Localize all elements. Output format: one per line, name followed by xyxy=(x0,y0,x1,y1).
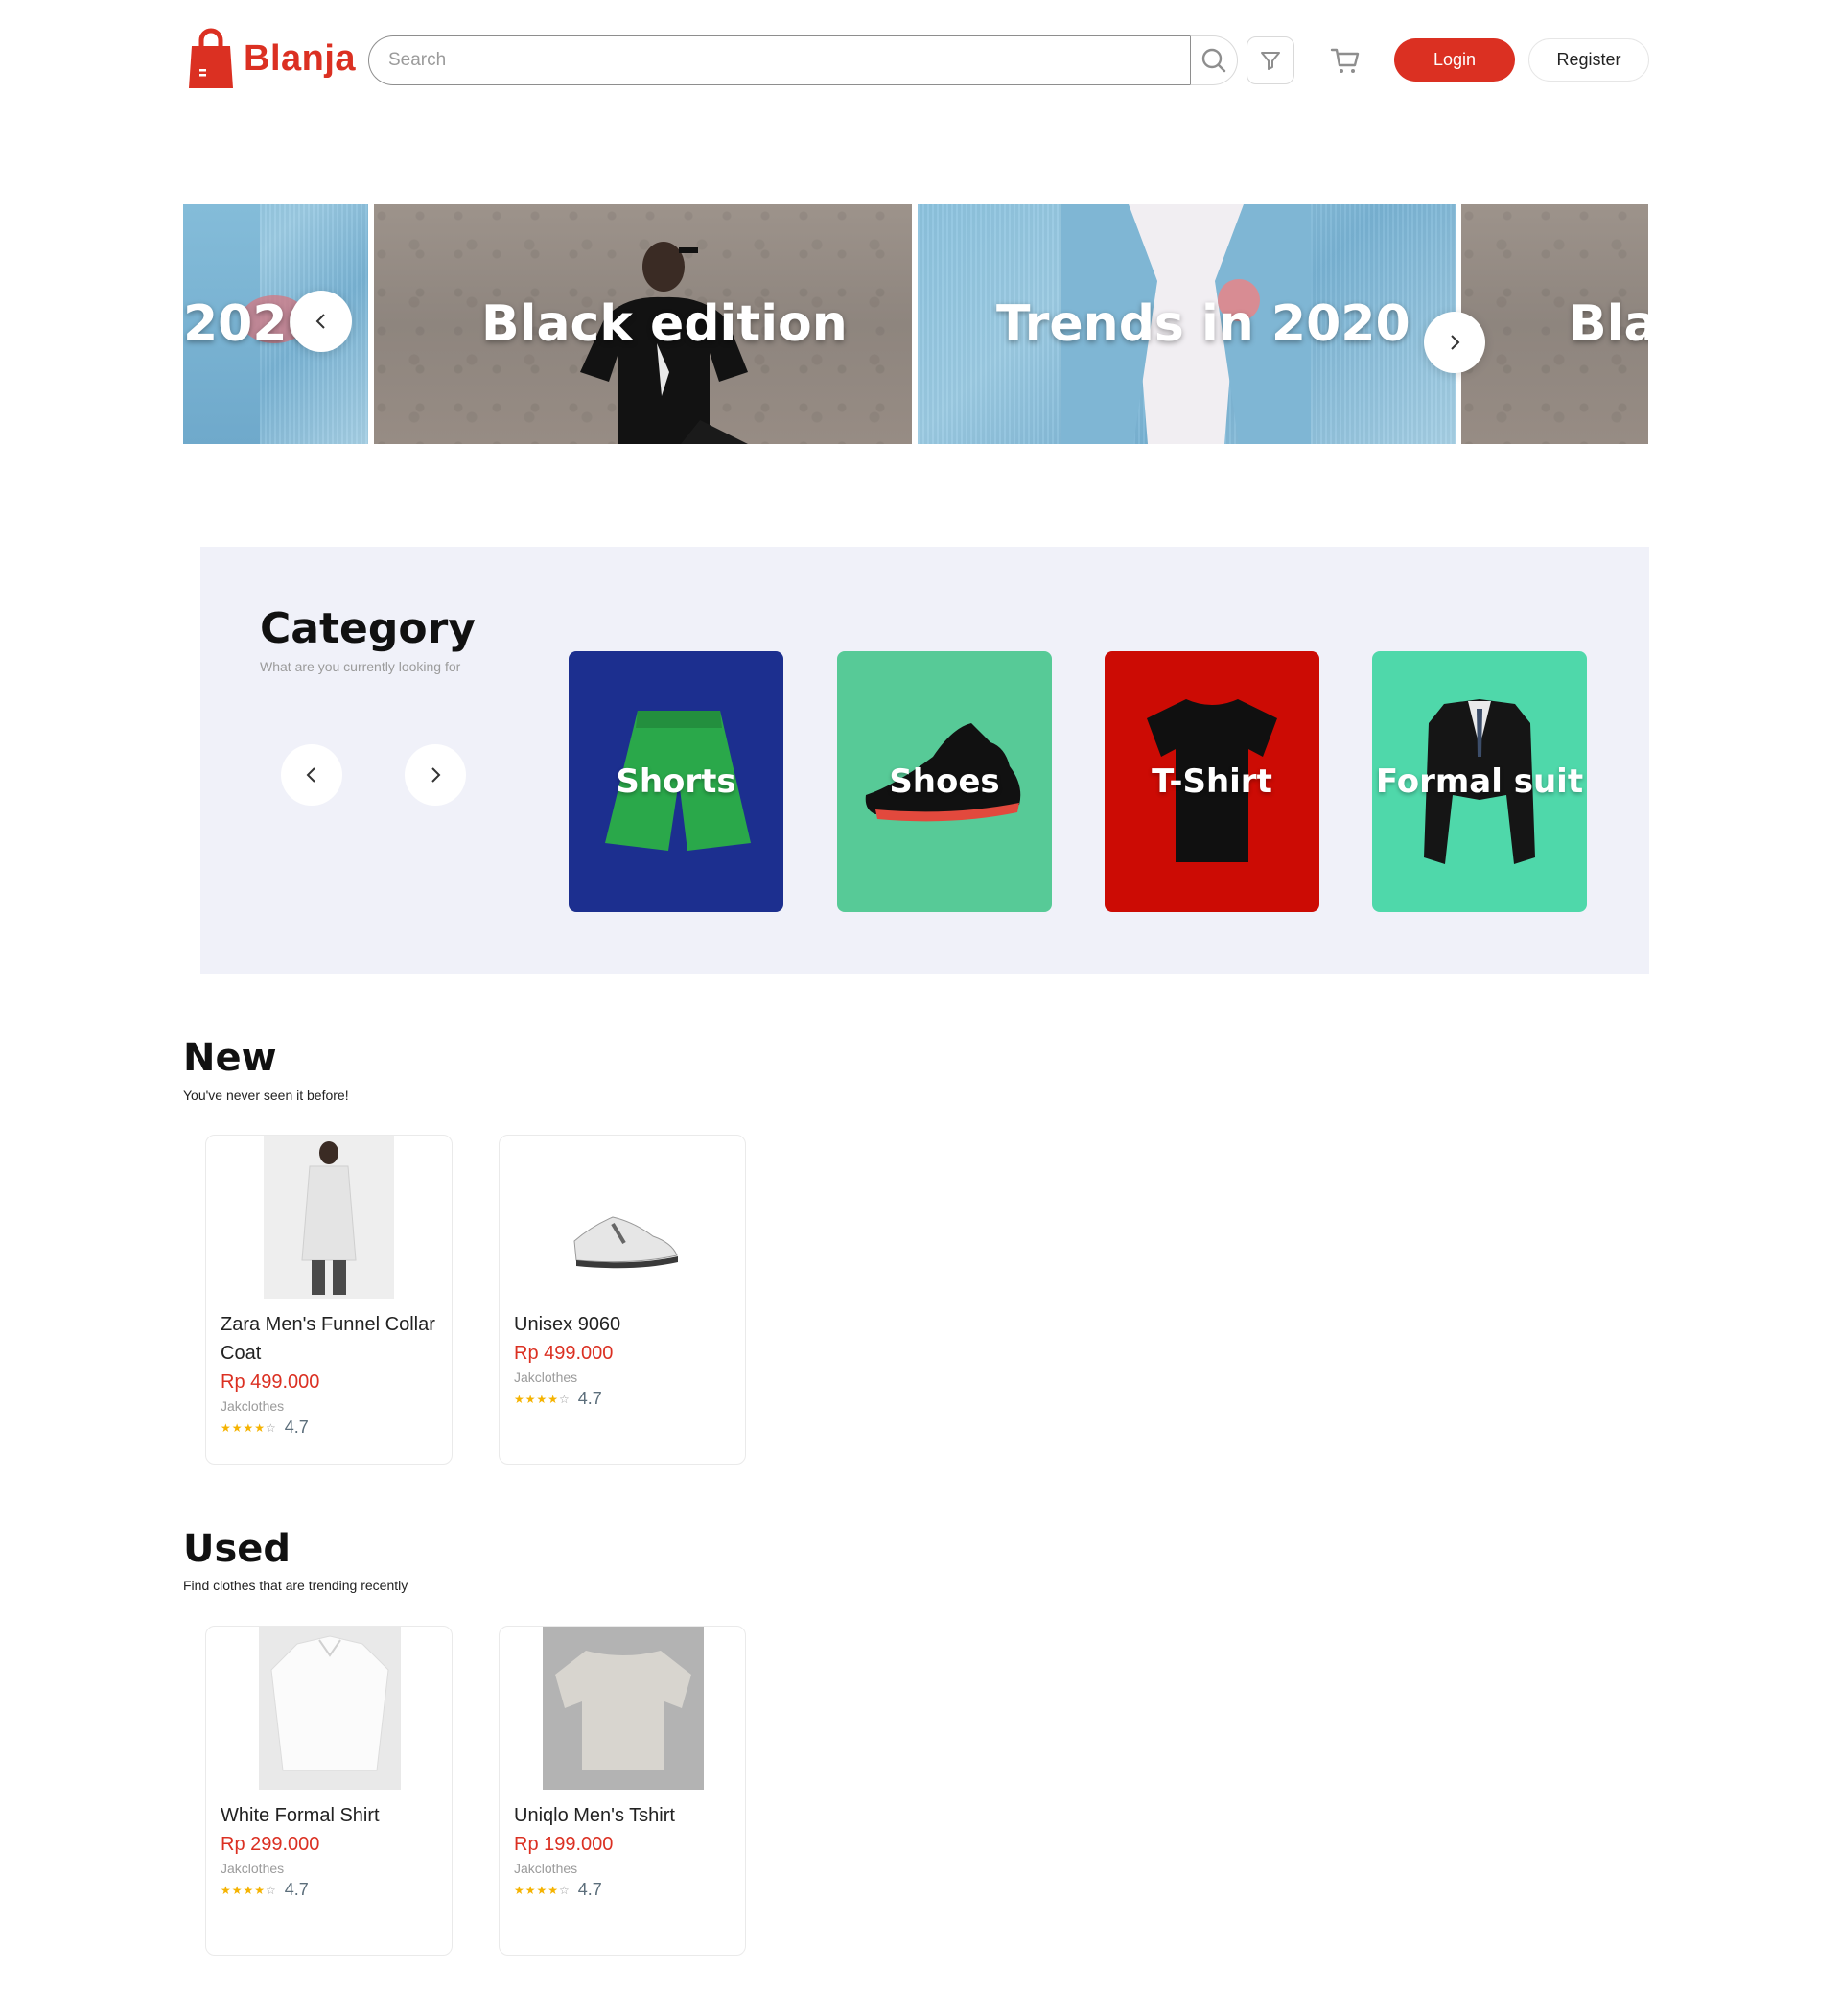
category-card-shoes[interactable]: Shoes xyxy=(837,651,1052,912)
product-name: White Formal Shirt xyxy=(221,1805,380,1826)
category-label: Shoes xyxy=(889,762,1000,801)
category-card-tshirt[interactable]: T-Shirt xyxy=(1105,651,1319,912)
filter-button[interactable] xyxy=(1247,36,1294,84)
search-input[interactable] xyxy=(368,35,1190,85)
hero-carousel: 2020 Black edition Trends in 2020 Bla xyxy=(183,204,1648,444)
category-card-formal-suit[interactable]: Formal suit xyxy=(1372,651,1587,912)
product-price: Rp 199.000 xyxy=(514,1834,614,1855)
product-rating: ★★★★☆ 4.7 xyxy=(221,1418,437,1438)
hero-slide-black-partial[interactable]: Bla xyxy=(1461,204,1648,444)
brand-logo[interactable]: Blanja xyxy=(188,27,356,90)
star-rating-icon: ★★★★☆ xyxy=(221,1883,277,1897)
category-section: Category What are you currently looking … xyxy=(200,547,1649,974)
search-icon xyxy=(1201,48,1226,73)
shopping-bag-icon xyxy=(188,27,234,90)
register-button[interactable]: Register xyxy=(1528,38,1649,82)
product-name: Zara Men's Funnel Collar Coat xyxy=(221,1314,435,1364)
hero-slide-label: Trends in 2020 xyxy=(996,295,1410,353)
category-label: T-Shirt xyxy=(1152,762,1272,801)
product-card[interactable]: Zara Men's Funnel Collar Coat Rp 499.000… xyxy=(205,1135,453,1465)
used-section-subtitle: Find clothes that are trending recently xyxy=(183,1578,408,1593)
product-image xyxy=(500,1627,745,1790)
star-rating-icon: ★★★★☆ xyxy=(514,1392,571,1406)
product-price: Rp 299.000 xyxy=(221,1834,320,1855)
filter-icon xyxy=(1261,52,1280,70)
product-store: Jakclothes xyxy=(514,1861,578,1876)
product-card[interactable]: Unisex 9060 Rp 499.000 Jakclothes ★★★★☆ … xyxy=(499,1135,746,1465)
product-image xyxy=(500,1136,745,1299)
product-store: Jakclothes xyxy=(221,1861,285,1876)
category-label: Formal suit xyxy=(1375,762,1584,801)
chevron-right-icon xyxy=(1451,335,1460,350)
hero-slide-label: Black edition xyxy=(481,295,848,353)
product-price: Rp 499.000 xyxy=(514,1343,614,1364)
hero-slide-black-edition[interactable]: Black edition xyxy=(374,204,912,444)
hero-slide-label: Bla xyxy=(1569,295,1648,353)
product-rating: ★★★★☆ 4.7 xyxy=(221,1880,437,1900)
product-price: Rp 499.000 xyxy=(221,1371,320,1393)
cart-button[interactable] xyxy=(1323,38,1367,82)
star-rating-icon: ★★★★☆ xyxy=(514,1883,571,1897)
hero-slide-trends-2020[interactable]: Trends in 2020 xyxy=(918,204,1456,444)
rating-value: 4.7 xyxy=(577,1389,602,1408)
hero-next-button[interactable] xyxy=(1424,312,1485,373)
product-store: Jakclothes xyxy=(514,1370,578,1385)
category-next-button[interactable] xyxy=(405,744,466,806)
product-rating: ★★★★☆ 4.7 xyxy=(514,1880,731,1900)
category-subtitle: What are you currently looking for xyxy=(260,659,461,674)
category-label: Shorts xyxy=(616,762,736,801)
brand-name: Blanja xyxy=(244,37,357,79)
product-name: Unisex 9060 xyxy=(514,1314,621,1335)
new-section-title: New xyxy=(183,1036,277,1080)
product-card[interactable]: White Formal Shirt Rp 299.000 Jakclothes… xyxy=(205,1626,453,1956)
product-rating: ★★★★☆ 4.7 xyxy=(514,1389,731,1409)
rating-value: 4.7 xyxy=(284,1418,309,1437)
product-store: Jakclothes xyxy=(221,1398,285,1414)
rating-value: 4.7 xyxy=(577,1880,602,1899)
product-image xyxy=(206,1627,452,1790)
header: Blanja Login Register xyxy=(0,0,1841,125)
used-section-title: Used xyxy=(183,1527,291,1571)
cart-icon xyxy=(1330,48,1360,73)
product-card[interactable]: Uniqlo Men's Tshirt Rp 199.000 Jakclothe… xyxy=(499,1626,746,1956)
search-button[interactable] xyxy=(1190,35,1238,85)
product-name: Uniqlo Men's Tshirt xyxy=(514,1805,675,1826)
rating-value: 4.7 xyxy=(284,1880,309,1899)
category-title: Category xyxy=(260,604,476,653)
chevron-left-icon xyxy=(306,767,315,783)
category-prev-button[interactable] xyxy=(281,744,342,806)
chevron-right-icon xyxy=(431,767,441,783)
star-rating-icon: ★★★★☆ xyxy=(221,1420,277,1435)
search-bar xyxy=(368,35,1238,85)
product-image xyxy=(206,1136,452,1299)
new-section-subtitle: You've never seen it before! xyxy=(183,1088,349,1103)
hero-prev-button[interactable] xyxy=(291,291,352,352)
category-card-shorts[interactable]: Shorts xyxy=(569,651,783,912)
chevron-left-icon xyxy=(315,314,325,329)
login-button[interactable]: Login xyxy=(1394,38,1515,82)
